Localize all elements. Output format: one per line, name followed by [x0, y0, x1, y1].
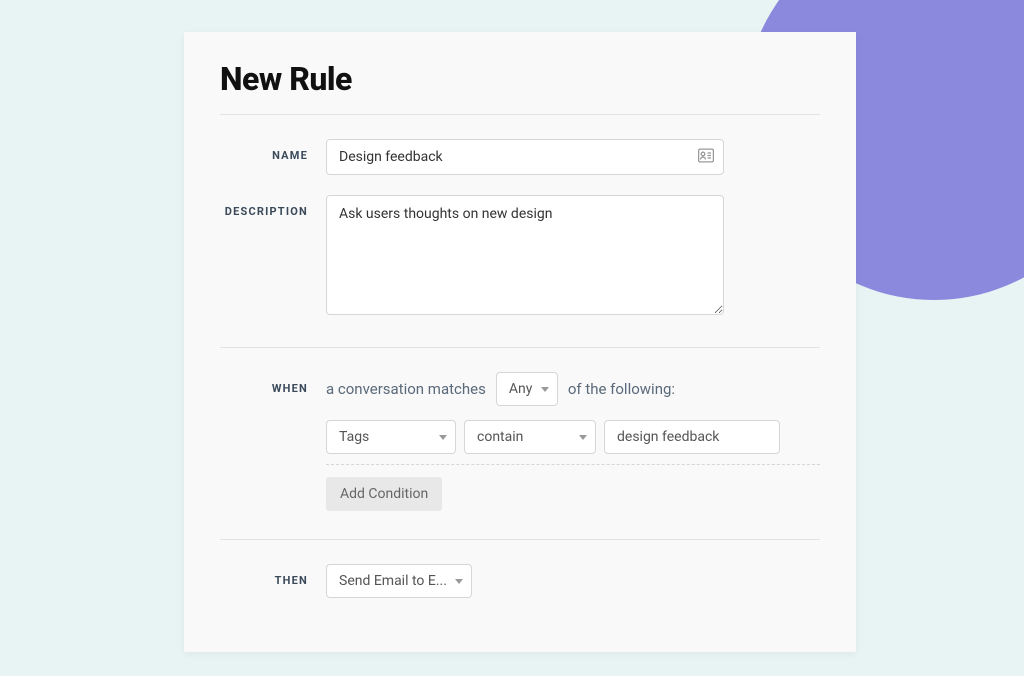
description-row: DESCRIPTION — [220, 195, 820, 319]
condition-field-value: Tags — [339, 429, 369, 445]
when-label: WHEN — [220, 372, 326, 395]
rule-form-card: New Rule NAME DESCRIP — [184, 32, 856, 652]
chevron-down-icon — [541, 387, 549, 392]
name-row: NAME — [220, 139, 820, 175]
when-field-area: a conversation matches Any of the follow… — [326, 372, 820, 511]
name-label: NAME — [220, 139, 326, 162]
condition-operator-select[interactable]: contain — [464, 420, 596, 454]
when-prefix-text: a conversation matches — [326, 380, 486, 398]
then-field-area: Send Email to E... — [326, 564, 820, 598]
name-input[interactable] — [326, 139, 724, 175]
match-mode-select[interactable]: Any — [496, 372, 558, 406]
then-row: THEN Send Email to E... — [220, 564, 820, 598]
page-title: New Rule — [220, 60, 820, 98]
name-input-wrap — [326, 139, 724, 175]
description-input[interactable] — [326, 195, 724, 315]
then-action-value: Send Email to E... — [339, 573, 447, 589]
match-mode-value: Any — [509, 381, 533, 397]
condition-row: Tags contain — [326, 420, 820, 454]
chevron-down-icon — [579, 435, 587, 440]
when-match-line: a conversation matches Any of the follow… — [326, 372, 820, 406]
when-suffix-text: of the following: — [568, 380, 675, 398]
description-field-area — [326, 195, 820, 319]
divider — [220, 114, 820, 115]
then-label: THEN — [220, 564, 326, 587]
divider — [220, 347, 820, 348]
name-field-area — [326, 139, 820, 175]
condition-value-input[interactable] — [604, 420, 780, 454]
chevron-down-icon — [455, 579, 463, 584]
condition-operator-value: contain — [477, 429, 523, 445]
condition-field-select[interactable]: Tags — [326, 420, 456, 454]
add-condition-button[interactable]: Add Condition — [326, 477, 442, 511]
then-action-select[interactable]: Send Email to E... — [326, 564, 472, 598]
when-row: WHEN a conversation matches Any of the f… — [220, 372, 820, 511]
dashed-divider — [326, 464, 820, 465]
chevron-down-icon — [439, 435, 447, 440]
description-label: DESCRIPTION — [220, 195, 326, 218]
divider — [220, 539, 820, 540]
